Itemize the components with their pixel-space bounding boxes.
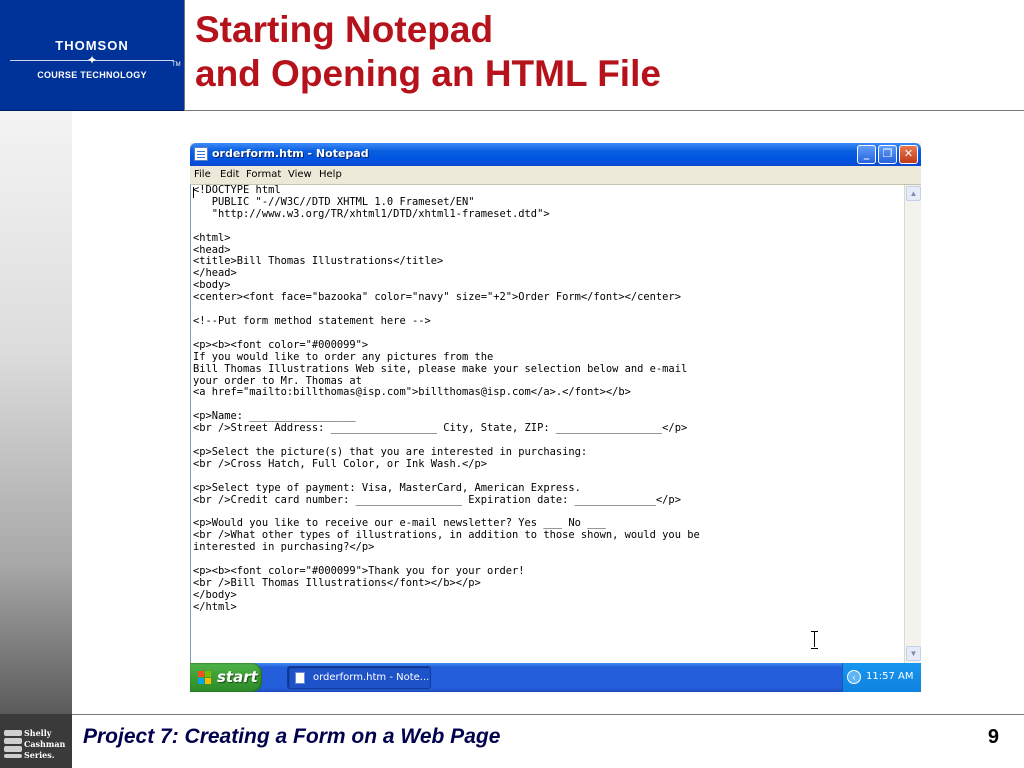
taskbar-item-notepad[interactable]: orderform.htm - Note... <box>287 666 431 689</box>
menu-edit[interactable]: Edit <box>220 169 239 180</box>
document-text[interactable]: <!DOCTYPE html PUBLIC "-//W3C//DTD XHTML… <box>193 185 700 614</box>
scroll-up-button[interactable]: ▲ <box>906 186 921 201</box>
notepad-task-icon <box>295 672 305 684</box>
text-editor-area[interactable]: <!DOCTYPE html PUBLIC "-//W3C//DTD XHTML… <box>190 185 904 663</box>
text-caret <box>193 187 194 198</box>
series-logo-line-2: Cashman <box>24 739 66 749</box>
logo-main-text: THOMSON <box>55 38 129 53</box>
scroll-down-button[interactable]: ▼ <box>906 646 921 661</box>
left-gradient-bar <box>0 111 72 714</box>
menu-view[interactable]: View <box>288 169 312 180</box>
scroll-down-icon: ▼ <box>909 649 918 658</box>
start-label: start <box>217 668 258 686</box>
shelly-cashman-series-logo: Shelly Cashman Series. <box>0 714 72 768</box>
series-logo-line-1: Shelly <box>24 728 52 738</box>
taskbar-item-label: orderform.htm - Note... <box>313 672 430 683</box>
notepad-app-icon[interactable] <box>194 147 208 161</box>
show-hidden-icons-icon[interactable]: ‹ <box>847 670 861 684</box>
taskbar: start orderform.htm - Note... ‹ 11:57 AM <box>190 663 921 692</box>
scroll-up-icon: ▲ <box>909 189 918 198</box>
menu-bar: File Edit Format View Help <box>190 166 921 185</box>
maximize-icon: ❐ <box>882 147 893 160</box>
vertical-scrollbar[interactable]: ▲ ▼ <box>904 185 921 663</box>
close-icon: ✕ <box>903 147 914 160</box>
notepad-titlebar[interactable]: orderform.htm - Notepad _ ❐ ✕ <box>190 143 921 166</box>
start-button[interactable]: start <box>190 663 262 692</box>
clock[interactable]: 11:57 AM <box>866 671 913 682</box>
logo-sub-text: COURSE TECHNOLOGY <box>37 70 147 80</box>
series-logo-text: Shelly Cashman Series. <box>24 728 72 761</box>
page-number: 9 <box>987 726 999 748</box>
logo-star-icon: ✦ <box>86 53 98 67</box>
books-icon <box>4 730 22 758</box>
menu-help[interactable]: Help <box>319 169 342 180</box>
slide-footer: Project 7: Creating a Form on a Web Page… <box>72 714 1024 768</box>
close-button[interactable]: ✕ <box>899 145 918 164</box>
series-logo-line-3: Series. <box>24 750 55 760</box>
minimize-icon: _ <box>863 147 870 160</box>
maximize-button[interactable]: ❐ <box>878 145 897 164</box>
ibeam-cursor-icon <box>811 631 819 649</box>
slide-title-line-2: and Opening an HTML File <box>195 53 661 94</box>
slide-title: Starting Notepad and Opening an HTML Fil… <box>184 0 1024 111</box>
window-title: orderform.htm - Notepad <box>212 147 369 160</box>
menu-file[interactable]: File <box>194 169 211 180</box>
windows-logo-icon <box>198 671 212 685</box>
thomson-logo: THOMSON ✦ COURSE TECHNOLOGY TM <box>0 0 184 111</box>
slide-title-line-1: Starting Notepad <box>195 9 494 50</box>
system-tray: ‹ 11:57 AM <box>842 663 921 692</box>
footer-title: Project 7: Creating a Form on a Web Page <box>83 725 501 748</box>
menu-format[interactable]: Format <box>246 169 281 180</box>
logo-tm-mark: TM <box>172 62 181 68</box>
notepad-window: orderform.htm - Notepad _ ❐ ✕ File Edit … <box>190 143 921 692</box>
minimize-button[interactable]: _ <box>857 145 876 164</box>
